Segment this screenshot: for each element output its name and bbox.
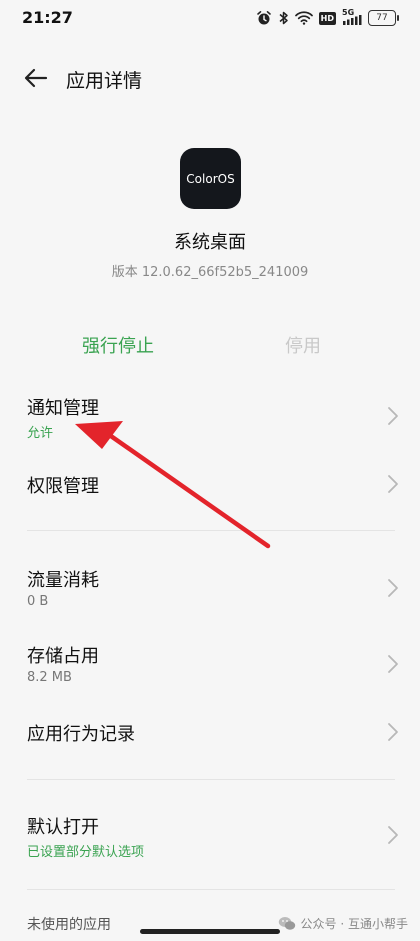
row-title: 权限管理 — [27, 476, 99, 497]
row-subtitle: 8.2 MB — [27, 670, 72, 685]
app-icon-logo-text: ColorOS — [186, 171, 235, 186]
permission-management-row[interactable]: 权限管理 — [0, 466, 420, 506]
wechat-icon — [278, 917, 295, 930]
status-time: 21:27 — [22, 8, 73, 27]
signal-5g-icon: 5G — [342, 8, 362, 25]
wifi-icon — [294, 11, 313, 25]
notification-management-row[interactable]: 通知管理 允许 — [0, 388, 420, 448]
divider — [27, 779, 395, 780]
chevron-right-icon — [388, 655, 398, 673]
row-title: 应用行为记录 — [27, 724, 135, 745]
chevron-right-icon — [388, 826, 398, 844]
storage-row[interactable]: 存储占用 8.2 MB — [0, 636, 420, 696]
row-title: 流量消耗 — [27, 570, 99, 591]
battery-icon: 77 — [368, 10, 399, 26]
row-subtitle: 允许 — [27, 426, 54, 441]
force-stop-button[interactable]: 强行停止 — [58, 332, 178, 358]
status-icons: HD 5G 77 — [256, 8, 399, 27]
chevron-right-icon — [388, 723, 398, 741]
disable-button[interactable]: 停用 — [253, 332, 353, 358]
row-title: 存储占用 — [27, 646, 99, 667]
watermark-text: 公众号 · 互通小帮手 — [300, 917, 408, 931]
default-open-row[interactable]: 默认打开 已设置部分默认选项 — [0, 807, 420, 867]
data-usage-row[interactable]: 流量消耗 0 B — [0, 560, 420, 620]
app-details-screen: 21:27 HD 5G 77 应用详情 ColorOS 系统桌面 版本 12.0… — [0, 0, 420, 941]
bluetooth-icon — [279, 11, 288, 25]
alarm-icon — [256, 11, 271, 25]
app-icon: ColorOS — [180, 148, 241, 209]
unused-apps-section-label: 未使用的应用 — [27, 917, 111, 933]
row-subtitle: 0 B — [27, 594, 49, 609]
chevron-right-icon — [388, 407, 398, 425]
hd-icon: HD — [318, 11, 336, 25]
app-version: 版本 12.0.62_66f52b5_241009 — [111, 265, 309, 280]
back-arrow-icon — [24, 68, 48, 88]
chevron-right-icon — [388, 475, 398, 493]
chevron-right-icon — [388, 579, 398, 597]
header: 应用详情 — [0, 56, 420, 100]
row-title: 通知管理 — [27, 398, 99, 419]
row-title: 默认打开 — [27, 817, 99, 838]
status-bar: 21:27 HD 5G 77 — [0, 0, 420, 34]
app-name: 系统桌面 — [174, 232, 246, 253]
divider — [27, 530, 395, 531]
back-button[interactable] — [18, 62, 54, 94]
page-title: 应用详情 — [66, 70, 143, 92]
divider — [27, 889, 395, 890]
app-behavior-record-row[interactable]: 应用行为记录 — [0, 714, 420, 754]
home-indicator — [140, 929, 280, 934]
watermark: 公众号 · 互通小帮手 — [278, 915, 408, 932]
row-subtitle: 已设置部分默认选项 — [27, 845, 145, 860]
